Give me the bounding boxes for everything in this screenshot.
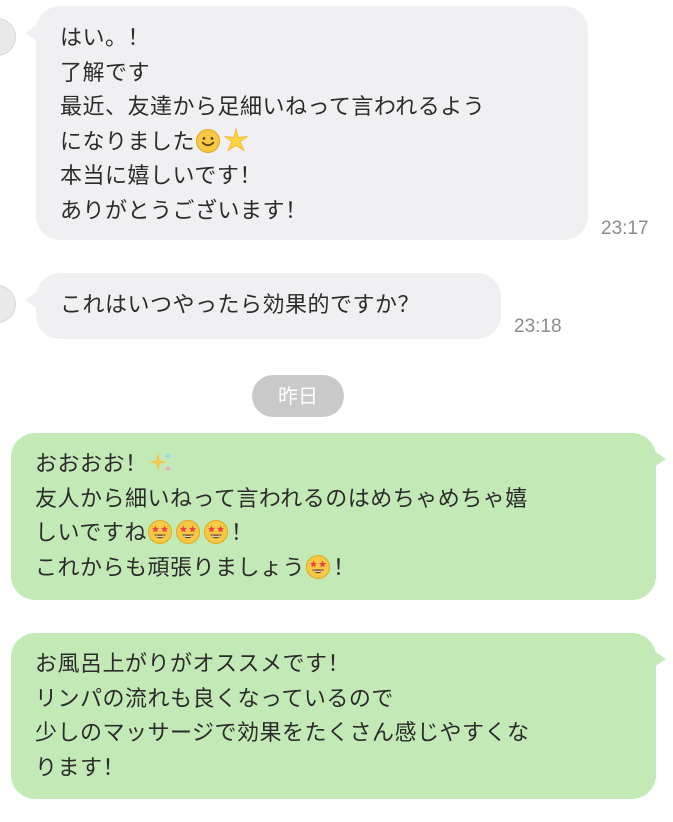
message-line: おおおお！ xyxy=(35,448,632,483)
message-line: これはいつやったら効果的ですか？ xyxy=(60,293,421,318)
message-line: これからも頑張りましょう ！ xyxy=(35,552,632,587)
message-line: になりました xyxy=(60,126,564,161)
message-line: お風呂上がりがオススメです！ xyxy=(35,652,351,677)
contact-avatar[interactable] xyxy=(0,285,16,323)
message-line: 本当に嬉しいです！ xyxy=(60,164,262,189)
star-struck-icon xyxy=(305,554,331,580)
date-separator: 昨日 xyxy=(252,375,344,417)
star-struck-icon xyxy=(175,519,201,545)
message-line-text: おおおお！ xyxy=(35,452,148,477)
message-line-text: しいですね xyxy=(35,521,147,546)
message-line: 少しのマッサージで効果をたくさん感じやすくな xyxy=(35,721,530,746)
message-timestamp: 23:18 xyxy=(514,316,562,337)
received-message-bubble[interactable]: はい。！ 了解です最近、友達から足細いねって言われるよう になりました本当に嬉しいで… xyxy=(25,6,588,240)
message-line-text: ！ xyxy=(230,521,254,546)
message-line-text: ！ xyxy=(333,555,356,581)
star-struck-icon xyxy=(147,519,173,545)
sparkles-icon xyxy=(148,450,174,476)
message-line-text: これからも頑張りましょう xyxy=(35,555,306,581)
message-line: 最近、友達から足細いねって言われるよう xyxy=(60,95,486,120)
message-line: 友人から細いねって言われるのはめちゃめちゃ嬉 xyxy=(35,486,528,512)
message-line: 了解です xyxy=(60,60,151,86)
glowing-star-icon xyxy=(223,127,249,154)
contact-avatar[interactable] xyxy=(0,18,16,56)
sent-message-bubble[interactable]: お風呂上がりがオススメです！ リンパの流れも良くなっているので少しのマッサージで効… xyxy=(11,633,666,799)
message-timestamp: 23:17 xyxy=(601,218,649,239)
message-line: ります！ xyxy=(35,755,126,781)
star-struck-icon xyxy=(203,519,229,545)
message-line: ありがとうございます！ xyxy=(60,198,308,224)
received-message-bubble[interactable]: これはいつやったら効果的ですか？ xyxy=(25,273,501,339)
message-line: しいですね ！ xyxy=(35,517,632,552)
message-line: はい。！ xyxy=(60,26,151,51)
message-line-text: になりました xyxy=(60,129,196,155)
sent-message-bubble[interactable]: おおおお！ 友人から細いねって言われるのはめちゃめちゃ嬉 しいですね！これからも頑張… xyxy=(11,433,666,600)
smiling-face-icon xyxy=(195,128,221,154)
message-line: リンパの流れも良くなっているので xyxy=(35,686,394,712)
